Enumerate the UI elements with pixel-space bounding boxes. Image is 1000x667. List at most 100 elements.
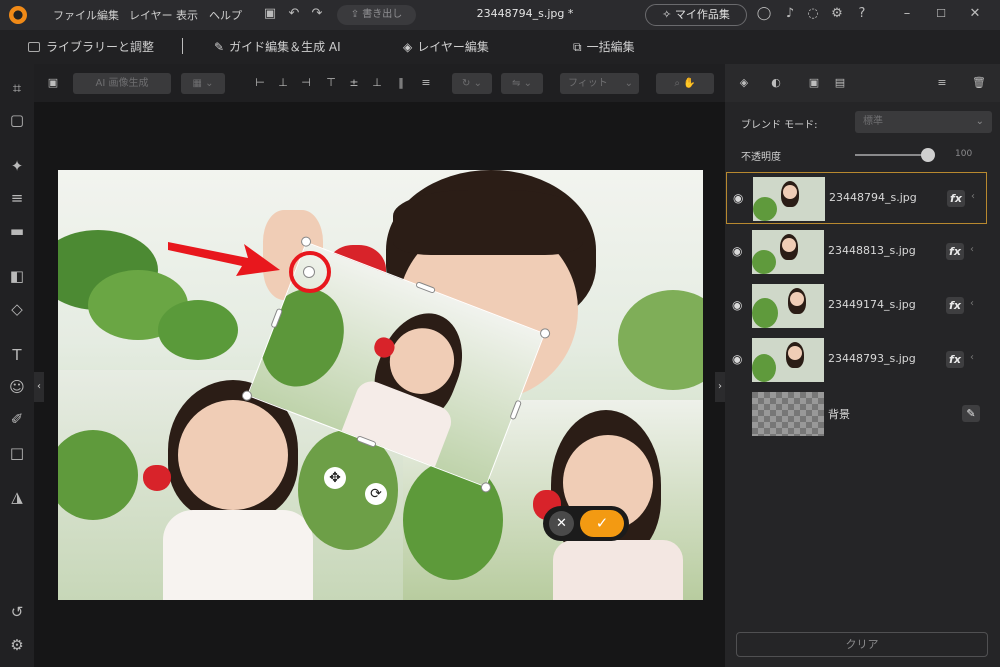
opacity-slider-track[interactable] xyxy=(855,154,931,156)
layer-thumbnail xyxy=(752,338,824,382)
distribute-v-icon[interactable]: ≡ xyxy=(419,76,433,90)
eraser-icon[interactable]: ◇ xyxy=(8,300,26,318)
mask-icon[interactable]: ◐ xyxy=(769,76,783,90)
confirm-button[interactable]: ✓ xyxy=(580,510,624,537)
flip-dropdown[interactable]: ⇋ ⌄ xyxy=(501,73,543,94)
layer-row[interactable]: ◉ 23448794_s.jpg fx ‹ xyxy=(726,172,987,224)
pen-icon[interactable]: ✐ xyxy=(8,410,26,428)
fx-button[interactable]: fx xyxy=(946,297,964,314)
export-label: 書き出し xyxy=(362,9,403,20)
grid-dropdown[interactable]: ▦ ⌄ xyxy=(181,73,225,94)
fx-button[interactable]: fx xyxy=(946,351,964,368)
fill-icon[interactable]: ◮ xyxy=(8,488,26,506)
settings-tool-icon[interactable]: ⚙ xyxy=(8,636,26,654)
layer-thumbnail xyxy=(753,177,825,221)
handle-anchor[interactable] xyxy=(303,266,315,278)
my-works-button[interactable]: ✧ マイ作品集 xyxy=(645,4,747,26)
menu-edit[interactable]: 編集 xyxy=(97,7,119,23)
account-icon[interactable]: ◯ xyxy=(756,6,772,22)
close-icon[interactable]: ✕ xyxy=(967,6,983,22)
align-center-icon[interactable]: ⊥ xyxy=(276,76,290,90)
help-icon[interactable]: ? xyxy=(854,6,870,22)
eye-icon[interactable]: ◉ xyxy=(733,191,747,205)
chevron-left-icon[interactable]: ‹ xyxy=(970,298,974,309)
export-button[interactable]: ⇪ 書き出し xyxy=(337,5,416,25)
tab-guided-edit[interactable]: ✎ ガイド編集＆生成 AI xyxy=(214,38,341,55)
menu-file[interactable]: ファイル xyxy=(53,7,97,23)
annotation-arrow xyxy=(168,242,280,276)
align-middle-icon[interactable]: ± xyxy=(347,76,361,90)
chevron-left-icon[interactable]: ‹ xyxy=(970,352,974,363)
chevron-left-icon[interactable]: ‹ xyxy=(971,191,975,202)
ai-generate-label: AI 画像生成 xyxy=(95,78,149,89)
minimize-icon[interactable]: – xyxy=(899,6,915,22)
canvas-toolbar: ▣ AI 画像生成 ▦ ⌄ ⊢ ⊥ ⊣ ⊤ ± ⊥ ‖ ≡ ↻ ⌄ ⇋ ⌄ フィ… xyxy=(34,64,725,102)
layer-row-background[interactable]: 背景 ✎ xyxy=(726,388,987,440)
eye-icon[interactable]: ◉ xyxy=(732,298,746,312)
eye-icon[interactable]: ◉ xyxy=(732,352,746,366)
zoom-hand-group[interactable]: ⌕ ✋ xyxy=(656,73,714,94)
align-left-icon[interactable]: ⊢ xyxy=(253,76,267,90)
save-icon[interactable]: ▣ xyxy=(262,6,278,22)
image-icon[interactable]: ▬ xyxy=(8,222,26,240)
auto-fix-icon[interactable]: ✦ xyxy=(8,157,26,175)
transform-icon[interactable]: ▢ xyxy=(8,111,26,129)
batch-icon: ⧉ xyxy=(573,40,582,54)
eye-icon[interactable]: ◉ xyxy=(732,244,746,258)
text-icon[interactable]: T xyxy=(8,346,26,364)
menu-view[interactable]: 表示 xyxy=(176,7,198,23)
add-layer-icon[interactable]: ◈ xyxy=(737,76,751,90)
chevron-left-icon[interactable]: ‹ xyxy=(970,244,974,255)
menu-layer[interactable]: レイヤー xyxy=(129,7,173,23)
layers-panel-toolbar: ◈ ◐ ▣ ▤ ≡ 🗑 xyxy=(725,64,1000,102)
undo-icon[interactable]: ↶ xyxy=(286,6,302,22)
eyedropper-icon[interactable]: ✎ xyxy=(962,405,980,422)
left-toolbar: ⌗ ▢ ✦ ≡ ▬ ◧ ◇ T ☺ ✐ □ ◮ ↺ ⚙ xyxy=(0,64,34,667)
move-icon[interactable]: ✥ xyxy=(324,467,346,489)
layers-icon: ◈ xyxy=(403,40,413,54)
my-works-label: マイ作品集 xyxy=(674,8,730,21)
clone-icon[interactable]: ◧ xyxy=(8,267,26,285)
align-right-icon[interactable]: ⊣ xyxy=(299,76,313,90)
adjust-icon[interactable]: ≡ xyxy=(8,189,26,207)
feedback-icon[interactable]: ◌ xyxy=(805,6,821,22)
blend-mode-select[interactable]: 標準 ⌄ xyxy=(855,111,992,133)
layer-row[interactable]: ◉ 23448813_s.jpg fx ‹ xyxy=(726,226,987,278)
tab-library-label: ライブラリーと調整 xyxy=(46,40,155,54)
blend-mode-value: 標準 xyxy=(863,116,883,127)
merge-icon[interactable]: ▤ xyxy=(833,76,847,90)
tab-batch-edit[interactable]: ⧉ 一括編集 xyxy=(573,38,635,55)
menu-help[interactable]: ヘルプ xyxy=(209,7,242,23)
history-icon[interactable]: ↺ xyxy=(8,603,26,621)
frame-icon[interactable]: ▣ xyxy=(807,76,821,90)
shape-icon[interactable]: □ xyxy=(8,444,26,462)
notification-icon[interactable]: ♪ xyxy=(782,6,798,22)
tab-library[interactable]: ライブラリーと調整 xyxy=(28,38,154,55)
opacity-slider-thumb[interactable] xyxy=(921,148,935,162)
collapse-left-icon[interactable]: ‹ xyxy=(34,372,44,402)
fx-button[interactable]: fx xyxy=(947,190,965,207)
layer-row[interactable]: ◉ 23449174_s.jpg fx ‹ xyxy=(726,280,987,332)
align-top-icon[interactable]: ⊤ xyxy=(324,76,338,90)
align-bottom-icon[interactable]: ⊥ xyxy=(370,76,384,90)
redo-icon[interactable]: ↷ xyxy=(309,6,325,22)
rotate-dropdown[interactable]: ↻ ⌄ xyxy=(452,73,492,94)
crop-icon[interactable]: ⌗ xyxy=(8,79,26,97)
cancel-button[interactable]: ✕ xyxy=(549,511,574,536)
fx-button[interactable]: fx xyxy=(946,243,964,260)
rotate-icon[interactable]: ⟳ xyxy=(365,483,387,505)
sticker-icon[interactable]: ☺ xyxy=(8,378,26,396)
fit-dropdown[interactable]: フィット ⌄ xyxy=(560,73,639,94)
maximize-icon[interactable]: ☐ xyxy=(933,6,949,22)
collapse-right-icon[interactable]: › xyxy=(715,372,725,402)
ai-generate-button[interactable]: AI 画像生成 xyxy=(73,73,171,94)
settings-icon[interactable]: ⚙ xyxy=(829,6,845,22)
distribute-h-icon[interactable]: ‖ xyxy=(394,76,408,90)
image-add-icon[interactable]: ▣ xyxy=(46,76,60,90)
tab-layer-edit[interactable]: ◈ レイヤー編集 xyxy=(403,38,489,55)
sort-icon[interactable]: ≡ xyxy=(935,76,949,90)
layer-row[interactable]: ◉ 23448793_s.jpg fx ‹ xyxy=(726,334,987,386)
trash-icon[interactable]: 🗑 xyxy=(972,76,986,90)
clear-button[interactable]: クリア xyxy=(736,632,988,657)
tab-bar: ライブラリーと調整 ✎ ガイド編集＆生成 AI ◈ レイヤー編集 ⧉ 一括編集 xyxy=(0,30,1000,64)
